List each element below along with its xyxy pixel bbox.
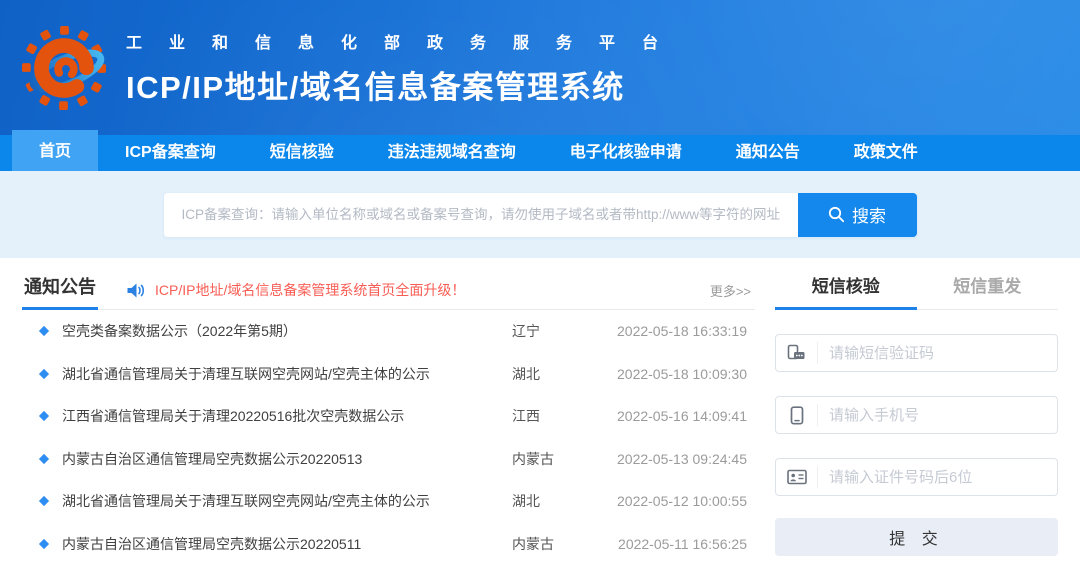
sms-code-icon	[776, 342, 818, 364]
search-button[interactable]: 搜索	[798, 193, 917, 237]
id-card-icon	[776, 466, 818, 488]
search-icon	[828, 206, 845, 223]
search-input[interactable]	[164, 193, 798, 237]
nav-item-illegal-domain-query[interactable]: 违法违规域名查询	[361, 135, 543, 171]
announcement-province: 辽宁	[512, 321, 617, 341]
announcement-list: 空壳类备案数据公示（2022年第5期） 辽宁 2022-05-18 16:33:…	[22, 310, 755, 565]
tab-sms-resend[interactable]: 短信重发	[917, 271, 1059, 310]
announcement-row[interactable]: 江西省通信管理局关于清理20220516批次空壳数据公示 江西 2022-05-…	[22, 395, 755, 438]
id-card-input[interactable]	[818, 469, 1057, 486]
announcement-datetime: 2022-05-18 16:33:19	[617, 323, 755, 339]
announcement-title[interactable]: 空壳类备案数据公示（2022年第5期）	[62, 321, 512, 341]
announcements-title: 通知公告	[22, 271, 98, 310]
submit-button[interactable]: 提 交	[775, 518, 1058, 556]
portal-subtitle: 工业和信息化部政务服务平台	[126, 29, 685, 53]
announcement-title[interactable]: 湖北省通信管理局关于清理互联网空壳网站/空壳主体的公示	[62, 491, 512, 511]
announcement-row[interactable]: 湖北省通信管理局关于清理互联网空壳网站/空壳主体的公示 湖北 2022-05-1…	[22, 480, 755, 523]
announcement-row[interactable]: 空壳类备案数据公示（2022年第5期） 辽宁 2022-05-18 16:33:…	[22, 310, 755, 353]
sms-panel: 短信核验 短信重发	[775, 271, 1058, 565]
announcement-title[interactable]: 湖北省通信管理局关于清理互联网空壳网站/空壳主体的公示	[62, 364, 512, 384]
diamond-bullet-icon	[39, 454, 49, 464]
announcement-province: 江西	[512, 406, 617, 426]
announcement-title[interactable]: 江西省通信管理局关于清理20220516批次空壳数据公示	[62, 406, 512, 426]
announcement-province: 湖北	[512, 491, 617, 511]
phone-icon	[776, 404, 818, 426]
speaker-icon	[126, 282, 145, 299]
announcements-panel: 通知公告 ICP/IP地址/域名信息备案管理系统首页全面升级！ 更多>> 空壳类…	[22, 271, 755, 565]
diamond-bullet-icon	[39, 326, 49, 336]
main-nav: 首页 ICP备案查询 短信核验 违法违规域名查询 电子化核验申请 通知公告 政策…	[0, 135, 1080, 171]
tab-sms-verify[interactable]: 短信核验	[775, 271, 917, 310]
announcement-title[interactable]: 内蒙古自治区通信管理局空壳数据公示20220511	[62, 534, 512, 554]
announcement-province: 内蒙古	[512, 449, 617, 469]
phone-input[interactable]	[818, 407, 1057, 424]
diamond-bullet-icon	[39, 539, 49, 549]
announcement-datetime: 2022-05-16 14:09:41	[617, 408, 755, 424]
page-title: ICP/IP地址/域名信息备案管理系统	[126, 62, 685, 107]
nav-item-announcements[interactable]: 通知公告	[709, 135, 827, 171]
sms-code-field	[775, 334, 1058, 372]
search-box: 搜索	[164, 193, 917, 237]
nav-item-home[interactable]: 首页	[12, 130, 98, 171]
nav-item-e-verify-apply[interactable]: 电子化核验申请	[543, 135, 709, 171]
nav-item-sms-verify[interactable]: 短信核验	[243, 135, 361, 171]
id-card-field	[775, 458, 1058, 496]
main-content: 通知公告 ICP/IP地址/域名信息备案管理系统首页全面升级！ 更多>> 空壳类…	[0, 258, 1080, 565]
page-header: 工业和信息化部政务服务平台 ICP/IP地址/域名信息备案管理系统	[0, 0, 1080, 135]
announcement-province: 湖北	[512, 364, 617, 384]
more-link[interactable]: 更多>>	[710, 281, 751, 300]
sms-code-input[interactable]	[818, 345, 1057, 362]
search-section: 搜索	[0, 171, 1080, 258]
nav-item-policy-files[interactable]: 政策文件	[827, 135, 945, 171]
announcement-datetime: 2022-05-11 16:56:25	[617, 536, 755, 552]
announcement-title[interactable]: 内蒙古自治区通信管理局空壳数据公示20220513	[62, 449, 512, 469]
search-button-label: 搜索	[852, 202, 886, 227]
announcements-header: 通知公告 ICP/IP地址/域名信息备案管理系统首页全面升级！ 更多>>	[22, 271, 755, 310]
miit-logo-icon	[20, 24, 108, 112]
announcement-datetime: 2022-05-18 10:09:30	[617, 366, 755, 382]
announcement-datetime: 2022-05-13 09:24:45	[617, 451, 755, 467]
announcement-row[interactable]: 湖北省通信管理局关于清理互联网空壳网站/空壳主体的公示 湖北 2022-05-1…	[22, 353, 755, 396]
announcement-datetime: 2022-05-12 10:00:55	[617, 493, 755, 509]
announcement-headline-link[interactable]: ICP/IP地址/域名信息备案管理系统首页全面升级！	[155, 280, 465, 300]
diamond-bullet-icon	[39, 496, 49, 506]
announcement-row[interactable]: 内蒙古自治区通信管理局空壳数据公示20220513 内蒙古 2022-05-13…	[22, 438, 755, 481]
diamond-bullet-icon	[39, 411, 49, 421]
announcement-row[interactable]: 内蒙古自治区通信管理局空壳数据公示20220511 内蒙古 2022-05-11…	[22, 523, 755, 566]
diamond-bullet-icon	[39, 369, 49, 379]
phone-field	[775, 396, 1058, 434]
announcement-province: 内蒙古	[512, 534, 617, 554]
sms-tabs: 短信核验 短信重发	[775, 271, 1058, 310]
nav-item-icp-query[interactable]: ICP备案查询	[98, 135, 243, 171]
